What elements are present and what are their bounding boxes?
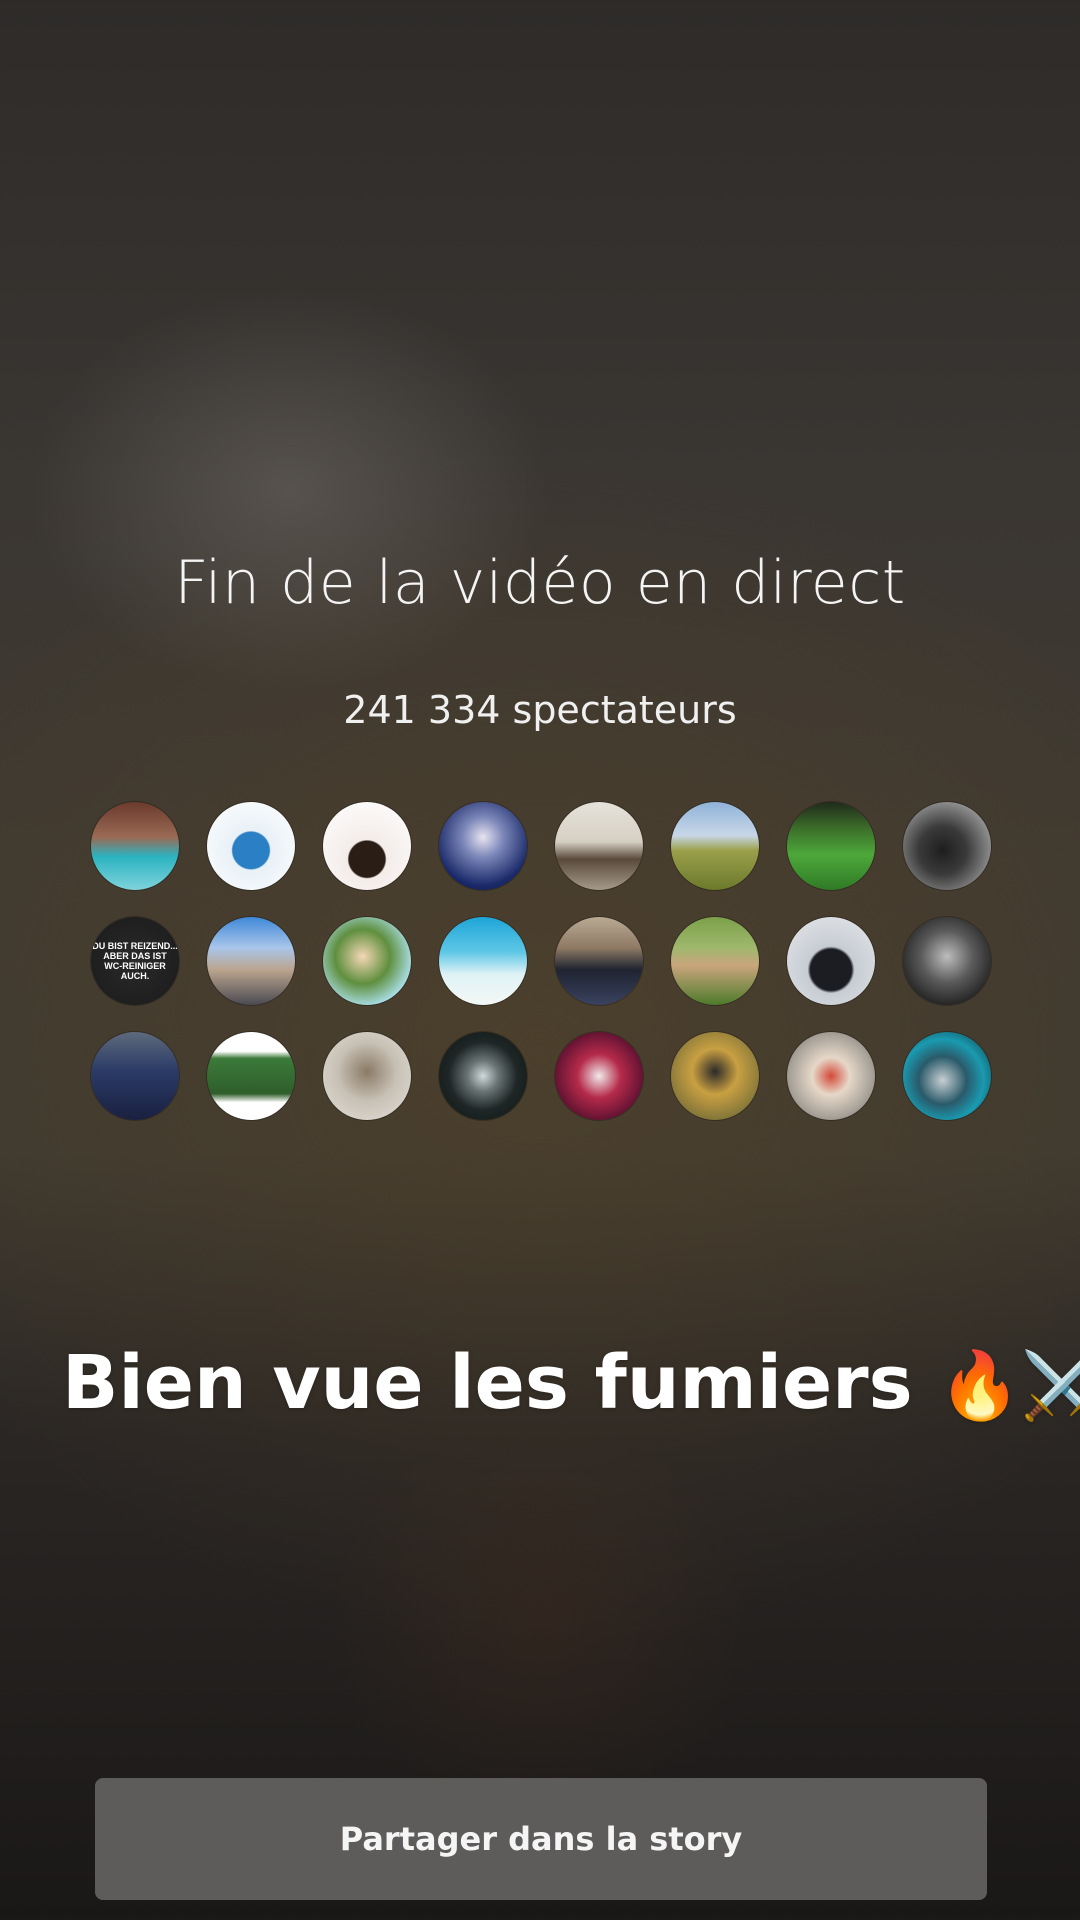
share-to-story-button[interactable]: Partager dans la story	[95, 1778, 987, 1900]
live-ended-title: Fin de la vidéo en direct	[174, 548, 906, 618]
viewer-avatar[interactable]: DU BIST REIZEND... ABER DAS IST WC-REINI…	[91, 917, 179, 1005]
viewer-avatar[interactable]	[439, 1032, 527, 1120]
viewer-avatar[interactable]	[787, 917, 875, 1005]
viewer-avatar-grid: DU BIST REIZEND... ABER DAS IST WC-REINI…	[91, 802, 991, 1120]
viewer-avatar[interactable]	[555, 1032, 643, 1120]
viewer-avatar[interactable]	[323, 917, 411, 1005]
viewer-avatar[interactable]	[555, 802, 643, 890]
avatar-text: DU BIST REIZEND... ABER DAS IST WC-REINI…	[92, 941, 178, 981]
viewer-avatar[interactable]	[91, 1032, 179, 1120]
viewer-avatar[interactable]	[207, 802, 295, 890]
viewer-count: 241 334 spectateurs	[343, 688, 737, 732]
viewer-avatar[interactable]	[439, 917, 527, 1005]
viewer-avatar[interactable]	[787, 802, 875, 890]
viewer-avatar[interactable]	[207, 917, 295, 1005]
fire-swords-emoji: 🔥⚔️	[938, 1347, 1080, 1424]
viewer-avatar[interactable]	[439, 802, 527, 890]
viewer-avatar[interactable]	[323, 802, 411, 890]
viewer-avatar[interactable]	[671, 1032, 759, 1120]
viewer-avatar[interactable]	[671, 917, 759, 1005]
viewer-avatar[interactable]	[671, 802, 759, 890]
viewer-avatar[interactable]	[903, 802, 991, 890]
viewer-avatar[interactable]	[903, 1032, 991, 1120]
viewer-avatar[interactable]	[903, 917, 991, 1005]
story-caption: Bien vue les fumiers 🔥⚔️	[62, 1340, 1080, 1426]
viewer-avatar[interactable]	[555, 917, 643, 1005]
viewer-avatar[interactable]	[207, 1032, 295, 1120]
viewer-avatar[interactable]	[787, 1032, 875, 1120]
caption-text: Bien vue les fumiers	[62, 1340, 913, 1426]
viewer-avatar[interactable]	[323, 1032, 411, 1120]
viewer-avatar[interactable]	[91, 802, 179, 890]
